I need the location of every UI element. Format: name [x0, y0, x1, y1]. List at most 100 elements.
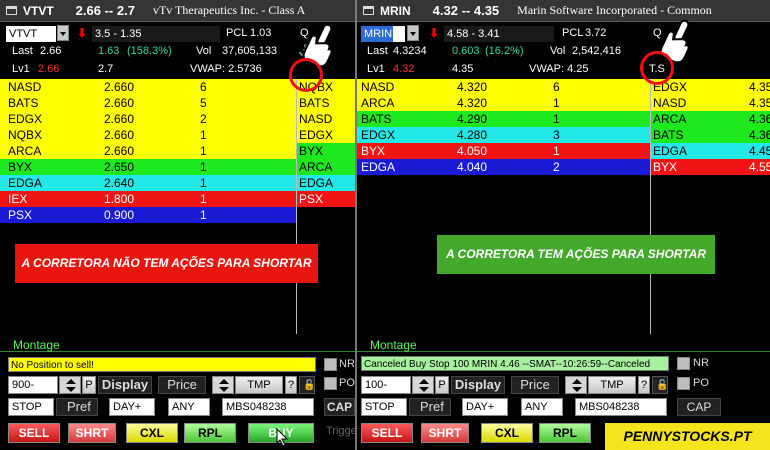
- title-bar[interactable]: MRIN 4.32 -- 4.35 Marin Software Incorpo…: [357, 0, 770, 22]
- tab-montage[interactable]: Montage: [365, 337, 417, 353]
- vwap: VWAP: 2.5736: [190, 63, 262, 75]
- ask-book-mm: EDGX: [299, 128, 334, 142]
- bid-book-row[interactable]: NASD 4.320 6: [357, 79, 650, 95]
- bid-book-size: 1: [200, 128, 207, 142]
- ask-book-row[interactable]: EDGA 4.45: [651, 143, 770, 159]
- bid-book-size: 2: [200, 112, 207, 126]
- bid-book-mm: EDGA: [8, 176, 43, 190]
- order-book: NASD 2.660 6 BATS 2.660 5 EDGX 2.660 2 NQBX 2.660 1…: [0, 79, 355, 334]
- p-button[interactable]: P: [435, 376, 449, 394]
- p-button[interactable]: P: [82, 376, 96, 394]
- account-select[interactable]: MBS048238: [222, 398, 314, 416]
- tif-select[interactable]: DAY+: [109, 398, 155, 416]
- cap-label[interactable]: CAP: [324, 398, 355, 416]
- ask-book-row[interactable]: NASD 4.35: [651, 95, 770, 111]
- trigger-label[interactable]: Trigge: [326, 423, 355, 441]
- quantity-input[interactable]: 900-: [8, 376, 58, 394]
- bid-book-row[interactable]: EDGX 2.660 2: [0, 111, 296, 127]
- ask-book-row[interactable]: NASD: [297, 111, 355, 127]
- help-button[interactable]: ?: [638, 376, 650, 394]
- price-spinner-icon[interactable]: [212, 376, 234, 394]
- ask-book-row[interactable]: BATS: [297, 95, 355, 111]
- cap-label[interactable]: CAP: [677, 398, 721, 416]
- order-type-select[interactable]: STOP: [361, 398, 407, 416]
- route-select[interactable]: ANY: [521, 398, 563, 416]
- bid-book-row[interactable]: BATS 2.660 5: [0, 95, 296, 111]
- lv1-ask: 2.7: [98, 63, 114, 75]
- symbol-input[interactable]: MRIN: [361, 25, 393, 42]
- ask-book-row[interactable]: BYX 4.55: [651, 159, 770, 175]
- bid-book-row[interactable]: BATS 4.290 1: [357, 111, 650, 127]
- order-type-select[interactable]: STOP: [8, 398, 54, 416]
- po-checkbox[interactable]: [677, 377, 690, 390]
- tif-select[interactable]: DAY+: [462, 398, 508, 416]
- ask-book-price: 4.35: [749, 80, 770, 94]
- ask-book-row[interactable]: BYX: [297, 143, 355, 159]
- dropdown-icon[interactable]: [407, 25, 419, 41]
- ask-book-mm: NASD: [653, 96, 687, 110]
- short-button[interactable]: SHRT: [68, 423, 116, 443]
- lock-icon[interactable]: 🔓: [299, 376, 315, 394]
- nr-checkbox[interactable]: [677, 357, 690, 370]
- nr-label: NR: [339, 358, 355, 370]
- bid-book-row[interactable]: EDGX 4.280 3: [357, 127, 650, 143]
- short-button[interactable]: SHRT: [421, 423, 469, 443]
- lock-icon[interactable]: 🔓: [652, 376, 668, 394]
- account-select[interactable]: MBS048238: [575, 398, 667, 416]
- po-checkbox[interactable]: [324, 377, 337, 390]
- tmp-button[interactable]: TMP: [235, 376, 283, 394]
- order-book: NASD 4.320 6 ARCA 4.320 1 BATS 4.290 1 EDGX 4.280 3…: [357, 79, 770, 334]
- sell-button[interactable]: SELL: [8, 423, 60, 443]
- bid-book-price: 4.320: [457, 96, 488, 110]
- symbol-input[interactable]: VTVT: [6, 25, 56, 42]
- bid-book-row[interactable]: IEX 1.800 1: [0, 191, 296, 207]
- bid-book-size: 2: [553, 160, 560, 174]
- bid-book-row[interactable]: NQBX 2.660 1: [0, 127, 296, 143]
- pref-label[interactable]: Pref: [56, 398, 98, 416]
- ask-book-row[interactable]: PSX: [297, 191, 355, 207]
- sell-button[interactable]: SELL: [361, 423, 413, 443]
- bid-book-row[interactable]: ARCA 4.320 1: [357, 95, 650, 111]
- help-button[interactable]: ?: [285, 376, 297, 394]
- bid-book-row[interactable]: NASD 2.660 6: [0, 79, 296, 95]
- ask-book-row[interactable]: ARCA 4.36: [651, 111, 770, 127]
- bid-book-row[interactable]: PSX 0.900 1: [0, 207, 296, 223]
- change-pct: (16.2%): [485, 45, 524, 57]
- price-label: Price: [158, 376, 206, 394]
- bid-book-price: 2.660: [104, 80, 135, 94]
- change-value: 1.63: [98, 45, 120, 57]
- spinner-icon[interactable]: [412, 376, 434, 394]
- cancel-button[interactable]: CXL: [126, 423, 178, 443]
- spinner-icon[interactable]: [59, 376, 81, 394]
- title-bar[interactable]: VTVT 2.66 -- 2.7 vTv Therapeutics Inc. -…: [0, 0, 355, 22]
- bid-book-size: 1: [200, 208, 207, 222]
- ask-book-row[interactable]: EDGA: [297, 175, 355, 191]
- bid-book-size: 6: [200, 80, 207, 94]
- ask-book-row[interactable]: EDGX: [297, 127, 355, 143]
- ask-book-row[interactable]: ARCA: [297, 159, 355, 175]
- pref-label[interactable]: Pref: [409, 398, 451, 416]
- short-not-available-banner: A CORRETORA NÃO TEM AÇÕES PARA SHORTAR: [15, 244, 318, 283]
- ask-book-row[interactable]: EDGX 4.35: [651, 79, 770, 95]
- cancel-button[interactable]: CXL: [481, 423, 533, 443]
- nr-checkbox[interactable]: [324, 358, 337, 371]
- bid-book-row[interactable]: ARCA 2.660 1: [0, 143, 296, 159]
- replace-button[interactable]: RPL: [539, 423, 591, 443]
- quantity-input[interactable]: 100-: [361, 376, 411, 394]
- route-select[interactable]: ANY: [168, 398, 210, 416]
- last-value: 4.3234: [393, 45, 427, 57]
- dropdown-icon[interactable]: [57, 25, 69, 41]
- bid-book-row[interactable]: BYX 4.050 1: [357, 143, 650, 159]
- ask-book-price: 4.35: [749, 96, 770, 110]
- tab-montage[interactable]: Montage: [8, 337, 60, 353]
- price-spinner-icon[interactable]: [565, 376, 587, 394]
- tmp-button[interactable]: TMP: [588, 376, 636, 394]
- bid-book-row[interactable]: BYX 2.650 1: [0, 159, 296, 175]
- bid-book-row[interactable]: EDGA 4.040 2: [357, 159, 650, 175]
- ask-book-row[interactable]: BATS 4.36: [651, 127, 770, 143]
- bid-book-mm: NASD: [361, 80, 395, 94]
- bid-book-mm: PSX: [8, 208, 33, 222]
- bid-book-row[interactable]: EDGA 2.640 1: [0, 175, 296, 191]
- montage-line: [357, 351, 770, 352]
- replace-button[interactable]: RPL: [184, 423, 236, 443]
